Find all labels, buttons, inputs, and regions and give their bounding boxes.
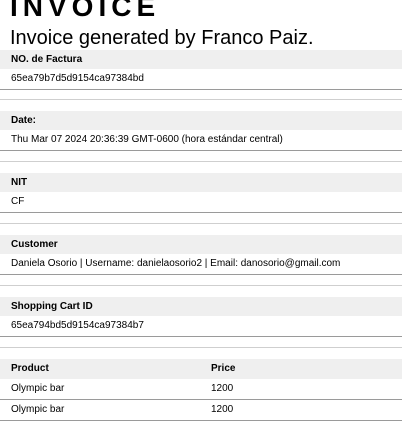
nit-section: NIT CF bbox=[0, 173, 402, 213]
price-cell: 1200 bbox=[211, 404, 234, 415]
invoice-number-value: 65ea79b7d5d9154ca97384bd bbox=[0, 69, 402, 90]
customer-label: Customer bbox=[0, 235, 402, 254]
date-label: Date: bbox=[0, 111, 402, 130]
cart-id-section: Shopping Cart ID 65ea794bd5d9154ca97384b… bbox=[0, 297, 402, 337]
product-cell: Olympic bar bbox=[11, 404, 65, 415]
customer-section: Customer Daniela Osorio | Username: dani… bbox=[0, 235, 402, 275]
customer-value: Daniela Osorio | Username: danielaosorio… bbox=[0, 254, 402, 275]
column-header-price: Price bbox=[211, 363, 236, 374]
divider bbox=[0, 161, 402, 162]
divider bbox=[0, 99, 402, 100]
price-cell: 1200 bbox=[211, 383, 234, 394]
column-header-product: Product bbox=[11, 363, 49, 374]
table-header-row: Product Price bbox=[0, 359, 402, 379]
table-row: Olympic bar 1200 bbox=[0, 379, 402, 400]
invoice-title: INVOICE bbox=[10, 0, 161, 22]
invoice-number-label: NO. de Factura bbox=[0, 50, 402, 69]
items-table: Product Price Olympic bar 1200 Olympic b… bbox=[0, 359, 402, 421]
product-cell: Olympic bar bbox=[11, 383, 65, 394]
table-row: Olympic bar 1200 bbox=[0, 400, 402, 421]
divider bbox=[0, 347, 402, 348]
nit-label: NIT bbox=[0, 173, 402, 192]
invoice-subtitle: Invoice generated by Franco Paiz. bbox=[10, 27, 314, 49]
divider bbox=[0, 223, 402, 224]
date-value: Thu Mar 07 2024 20:36:39 GMT-0600 (hora … bbox=[0, 130, 402, 151]
nit-value: CF bbox=[0, 192, 402, 213]
cart-id-label: Shopping Cart ID bbox=[0, 297, 402, 316]
divider bbox=[0, 285, 402, 286]
date-section: Date: Thu Mar 07 2024 20:36:39 GMT-0600 … bbox=[0, 111, 402, 151]
invoice-number-section: NO. de Factura 65ea79b7d5d9154ca97384bd bbox=[0, 50, 402, 90]
cart-id-value: 65ea794bd5d9154ca97384b7 bbox=[0, 316, 402, 337]
